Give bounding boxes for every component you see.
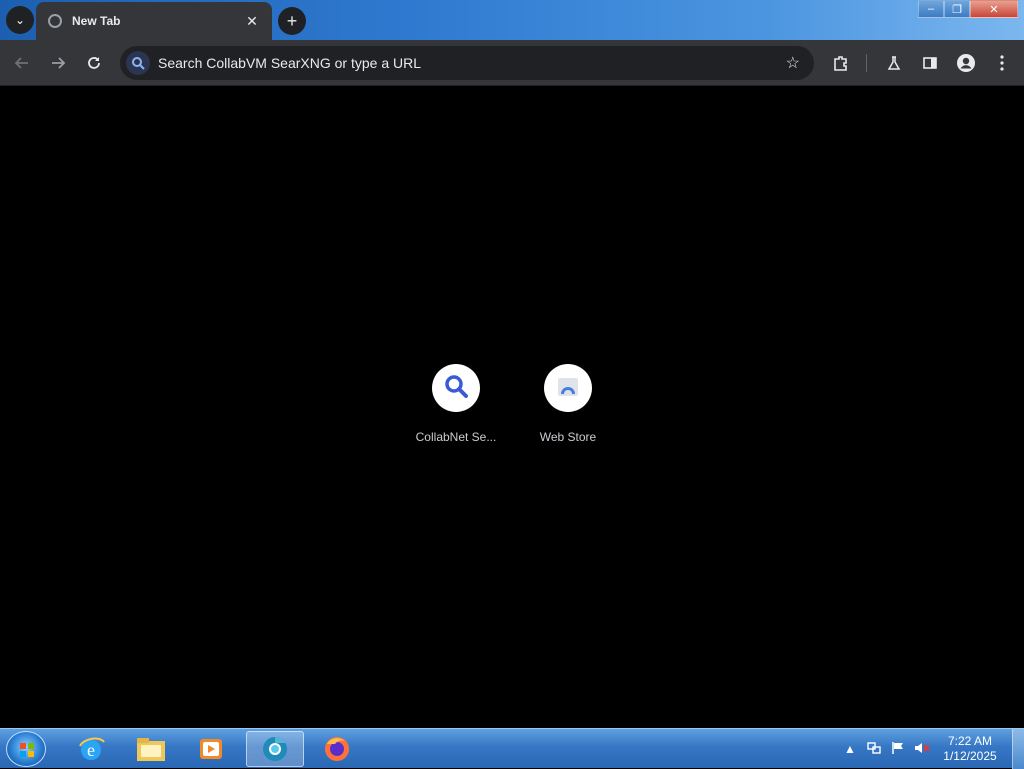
shortcut-collabnet-search[interactable]: CollabNet Se...	[406, 364, 506, 444]
shortcut-icon-circle	[544, 364, 592, 412]
omnibox[interactable]: Search CollabVM SearXNG or type a URL ☆	[120, 46, 814, 80]
back-icon[interactable]	[9, 50, 35, 76]
clock-date: 1/12/2025	[943, 749, 997, 763]
system-tray: ▲ 7:22 AM 1/12/2025	[838, 729, 1024, 769]
shortcut-icon-circle	[432, 364, 480, 412]
search-icon	[443, 373, 469, 404]
window-controls: – ❐ ✕	[918, 0, 1018, 18]
title-bar: ⌄ New Tab ✕ + – ❐ ✕	[0, 0, 1024, 40]
new-tab-button[interactable]: +	[278, 7, 306, 35]
svg-text:e: e	[87, 740, 95, 760]
shortcut-label: CollabNet Se...	[415, 430, 497, 444]
toolbar-divider	[866, 54, 867, 72]
minimize-button[interactable]: –	[918, 0, 944, 18]
tab-search-button[interactable]: ⌄	[6, 6, 34, 34]
network-icon[interactable]	[862, 741, 886, 758]
file-explorer-icon[interactable]	[122, 731, 180, 767]
extensions-icon[interactable]	[828, 50, 854, 76]
show-desktop-button[interactable]	[1012, 729, 1024, 769]
web-store-icon	[556, 374, 580, 403]
new-tab-page: CollabNet Se... Web Store	[0, 87, 1024, 728]
internet-explorer-icon[interactable]: e	[62, 731, 120, 767]
browser-toolbar: Search CollabVM SearXNG or type a URL ☆	[0, 40, 1024, 86]
bookmark-star-icon[interactable]: ☆	[786, 53, 800, 73]
clock-time: 7:22 AM	[947, 734, 993, 748]
search-icon	[126, 51, 150, 75]
globe-icon	[48, 14, 62, 28]
forward-icon[interactable]	[45, 50, 71, 76]
media-player-icon[interactable]	[182, 731, 240, 767]
tab-new-tab[interactable]: New Tab ✕	[36, 2, 272, 40]
chevron-down-icon: ⌄	[14, 13, 26, 27]
firefox-icon[interactable]	[308, 731, 366, 767]
action-center-flag-icon[interactable]	[886, 741, 910, 758]
chromium-taskbar-icon[interactable]	[246, 731, 304, 767]
restore-button[interactable]: ❐	[944, 0, 970, 18]
labs-flask-icon[interactable]	[881, 50, 907, 76]
shortcut-label: Web Store	[539, 430, 597, 444]
taskbar: e ▲ 7:22 AM 1/12/2025	[0, 728, 1024, 769]
shortcut-web-store[interactable]: Web Store	[518, 364, 618, 444]
volume-muted-icon[interactable]	[910, 741, 934, 758]
menu-kebab-icon[interactable]	[989, 50, 1015, 76]
show-hidden-icons-icon[interactable]: ▲	[838, 742, 862, 756]
clock[interactable]: 7:22 AM 1/12/2025	[934, 734, 1006, 764]
tab-title: New Tab	[72, 14, 121, 28]
omnibox-placeholder: Search CollabVM SearXNG or type a URL	[158, 55, 421, 71]
side-panel-icon[interactable]	[917, 50, 943, 76]
close-tab-icon[interactable]: ✕	[244, 13, 260, 30]
windows-logo-icon	[20, 743, 34, 757]
close-button[interactable]: ✕	[970, 0, 1018, 18]
start-button[interactable]	[6, 731, 46, 767]
reload-icon[interactable]	[81, 50, 107, 76]
profile-avatar-icon[interactable]	[953, 50, 979, 76]
